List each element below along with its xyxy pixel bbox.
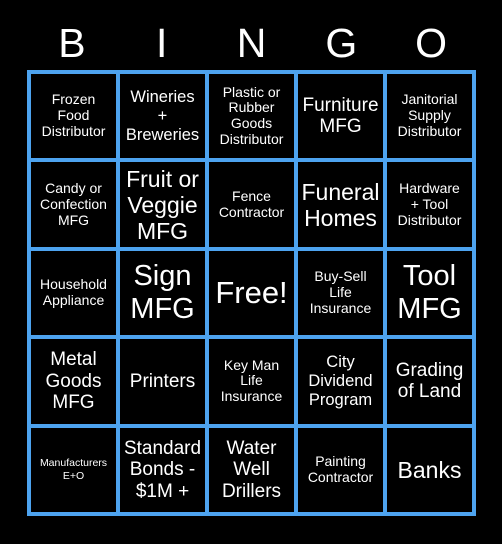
bingo-cell[interactable]: Frozen Food Distributor <box>31 74 116 159</box>
bingo-cell[interactable]: Candy or Confection MFG <box>31 162 116 247</box>
header-letter-o: O <box>415 19 448 66</box>
bingo-cell[interactable]: Sign MFG <box>120 250 205 336</box>
bingo-cell[interactable]: Grading of Land <box>387 339 472 424</box>
bingo-cell-free[interactable]: Free! <box>209 250 294 336</box>
bingo-cell[interactable]: Tool MFG <box>387 250 472 336</box>
bingo-cell[interactable]: Metal Goods MFG <box>31 339 116 424</box>
bingo-cell[interactable]: Manufacturers E+O <box>31 427 116 512</box>
bingo-cell[interactable]: Plastic or Rubber Goods Distributor <box>209 74 294 159</box>
bingo-cell[interactable]: Funeral Homes <box>298 162 383 247</box>
bingo-cell[interactable]: Fence Contractor <box>209 162 294 247</box>
bingo-cell[interactable]: Fruit or Veggie MFG <box>120 162 205 247</box>
bingo-header-row: B I N G O <box>27 16 476 70</box>
bingo-cell[interactable]: Key Man Life Insurance <box>209 339 294 424</box>
bingo-cell[interactable]: Wineries + Breweries <box>120 74 205 159</box>
header-letter-i: I <box>155 19 168 66</box>
bingo-cell[interactable]: Printers <box>120 339 205 424</box>
bingo-cell[interactable]: Household Appliance <box>31 250 116 336</box>
bingo-cell[interactable]: Standard Bonds - $1M + <box>120 427 205 512</box>
bingo-cell[interactable]: Furniture MFG <box>298 74 383 159</box>
bingo-cell[interactable]: Janitorial Supply Distributor <box>387 74 472 159</box>
bingo-cell[interactable]: City Dividend Program <box>298 339 383 424</box>
bingo-cell[interactable]: Banks <box>387 427 472 512</box>
bingo-grid: Frozen Food Distributor Wineries + Brewe… <box>27 70 476 516</box>
header-letter-b: B <box>58 19 86 66</box>
bingo-cell[interactable]: Painting Contractor <box>298 427 383 512</box>
bingo-card: B I N G O Frozen Food Distributor Wineri… <box>0 0 502 544</box>
bingo-cell[interactable]: Buy-Sell Life Insurance <box>298 250 383 336</box>
header-letter-g: G <box>325 19 358 66</box>
header-letter-n: N <box>236 19 267 66</box>
bingo-cell[interactable]: Hardware + Tool Distributor <box>387 162 472 247</box>
bingo-cell[interactable]: Water Well Drillers <box>209 427 294 512</box>
